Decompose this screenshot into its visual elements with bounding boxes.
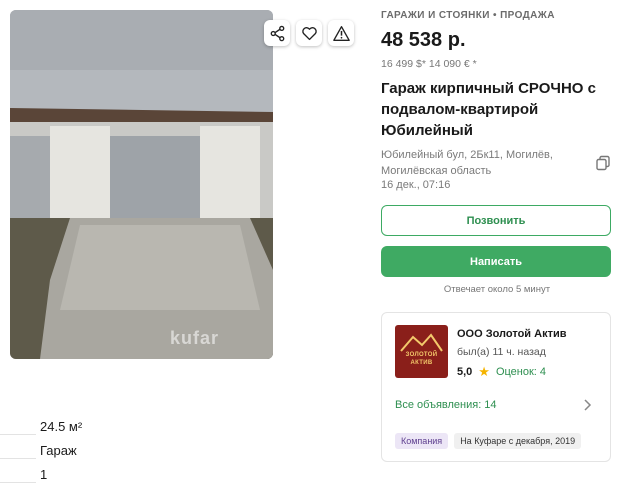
rating-score: 5,0 [457, 366, 473, 378]
currency-prices: 16 499 $* 14 090 € * [381, 58, 477, 70]
reply-time-note: Отвечает около 5 минут [443, 284, 551, 295]
warning-icon [332, 25, 350, 41]
params-list: 24.5 м² Гараж 1 [0, 414, 270, 486]
report-button[interactable] [328, 20, 354, 46]
all-ads-link[interactable]: Все объявления: 14 [395, 399, 497, 411]
param-row: Гараж [0, 438, 270, 462]
address-block: Юбилейный бул, 2Бк11, Могилёв, Могилёвск… [381, 147, 613, 179]
call-button[interactable]: Позвонить [381, 205, 611, 236]
seller-card: ЗОЛОТОЙ АКТИВ ООО Золотой Актив был(а) 1… [381, 312, 611, 462]
param-value: 1 [40, 466, 48, 482]
listing-photo[interactable]: kufar [10, 10, 273, 359]
listing-title: Гараж кирпичный СРОЧНО с подвалом-кварти… [381, 80, 596, 139]
param-divider [0, 434, 36, 435]
param-value: 24.5 м² [40, 418, 83, 434]
company-badge: Компания [395, 433, 449, 449]
copy-icon[interactable] [595, 155, 611, 171]
seller-tags: Компания На Куфаре с декабря, 2019 [395, 433, 582, 449]
logo-text-line1: ЗОЛОТОЙ [405, 352, 438, 358]
publish-date: 16 дек., 07:16 [381, 179, 451, 191]
breadcrumb[interactable]: ГАРАЖИ И СТОЯНКИ • ПРОДАЖА [381, 10, 613, 21]
param-row: 24.5 м² [0, 414, 270, 438]
write-button[interactable]: Написать [381, 246, 611, 277]
price: 48 538 р. [381, 29, 466, 51]
logo-text-line2: АКТИВ [410, 360, 433, 366]
reviews-link[interactable]: Оценок: 4 [496, 366, 546, 378]
listing-details: ГАРАЖИ И СТОЯНКИ • ПРОДАЖА 48 538 р. 16 … [381, 10, 613, 462]
seller-logo[interactable]: ЗОЛОТОЙ АКТИВ [395, 325, 448, 378]
seller-rating: 5,0 ★ Оценок: 4 [457, 364, 546, 380]
photo-watermark: kufar [170, 328, 220, 348]
param-divider [0, 458, 36, 459]
param-row: 1 [0, 462, 270, 486]
photo-actions [264, 20, 354, 46]
address: Юбилейный бул, 2Бк11, Могилёв, Могилёвск… [381, 149, 553, 177]
star-icon: ★ [478, 364, 490, 379]
param-divider [0, 482, 36, 483]
seller-name[interactable]: ООО Золотой Актив [457, 328, 567, 340]
seller-last-seen: был(а) 11 ч. назад [457, 346, 546, 358]
share-button[interactable] [264, 20, 290, 46]
favorite-button[interactable] [296, 20, 322, 46]
chevron-right-icon[interactable] [582, 399, 592, 411]
heart-icon [301, 26, 317, 40]
param-value: Гараж [40, 442, 77, 458]
listing-page: kufar 24.5 м² Гараж 1 ГАРАЖИ И СТОЯНКИ •… [0, 0, 640, 494]
member-since-badge: На Куфаре с декабря, 2019 [454, 433, 582, 449]
share-icon [270, 25, 284, 41]
